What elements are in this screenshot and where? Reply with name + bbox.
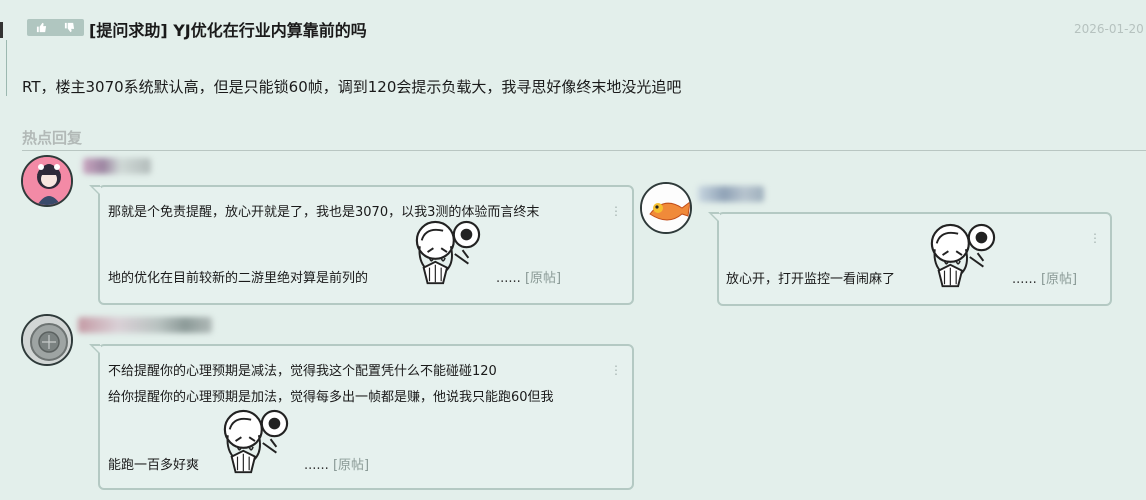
reply-more: ...... [原帖]	[304, 454, 369, 473]
reply-text: 能跑一百多好爽	[108, 458, 200, 473]
thread-title[interactable]: [提问求助] YJ优化在行业内算靠前的吗	[89, 17, 367, 41]
thumbs-up-icon[interactable]	[27, 19, 56, 36]
more-options-icon[interactable]: ⋮	[610, 364, 622, 376]
reply-bubble: ⋮ 那就是个免责提醒，放心开就是了，我也是3070，以我3测的体验而言终末 地的…	[89, 185, 634, 305]
ellipsis: ......	[496, 271, 521, 286]
hot-replies-heading: 热点回复	[22, 129, 83, 147]
thread-body: RT，楼主3070系统默认高，但是只能锁60帧，调到120会提示负载大，我寻思好…	[22, 78, 682, 96]
sticker-image	[408, 219, 486, 289]
original-post-link[interactable]: [原帖]	[1041, 272, 1077, 287]
ellipsis: ......	[304, 458, 329, 473]
reply-bubble: ⋮ 放心开，打开监控一看闹麻了 ...... [原帖]	[708, 212, 1112, 306]
left-edge-line	[6, 40, 7, 96]
original-post-link[interactable]: [原帖]	[333, 458, 369, 473]
more-options-icon[interactable]: ⋮	[610, 205, 622, 217]
username-blurred[interactable]	[83, 158, 151, 174]
reply-bubble: ⋮ 不给提醒你的心理预期是减法，觉得我这个配置凭什么不能碰碰120 给你提醒你的…	[89, 344, 634, 490]
reply-text: 那就是个免责提醒，放心开就是了，我也是3070，以我3测的体验而言终末	[108, 205, 540, 220]
thumbs-down-icon[interactable]	[56, 19, 85, 36]
original-post-link[interactable]: [原帖]	[525, 271, 561, 286]
reply-more: ...... [原帖]	[1012, 268, 1077, 287]
avatar[interactable]	[21, 155, 73, 207]
sticker-image	[923, 222, 1001, 292]
vote-buttons	[27, 19, 84, 36]
sticker-image	[216, 408, 294, 478]
avatar[interactable]	[640, 182, 692, 234]
username-blurred[interactable]	[78, 317, 212, 333]
avatar[interactable]	[21, 314, 73, 366]
reply-text: 地的优化在目前较新的二游里绝对算是前列的	[108, 271, 369, 286]
reply-text: 不给提醒你的心理预期是减法，觉得我这个配置凭什么不能碰碰120	[108, 364, 497, 379]
left-edge-marker	[0, 22, 3, 38]
hot-replies-divider	[22, 150, 1146, 151]
ellipsis: ......	[1012, 272, 1037, 287]
reply-text: 放心开，打开监控一看闹麻了	[726, 272, 896, 287]
more-options-icon[interactable]: ⋮	[1089, 232, 1101, 244]
thread-date: 2026-01-20	[1074, 22, 1144, 36]
reply-text: 给你提醒你的心理预期是加法，觉得每多出一帧都是赚，他说我只能跑60但我	[108, 390, 554, 405]
reply-more: ...... [原帖]	[496, 267, 561, 286]
username-blurred[interactable]	[698, 186, 764, 202]
